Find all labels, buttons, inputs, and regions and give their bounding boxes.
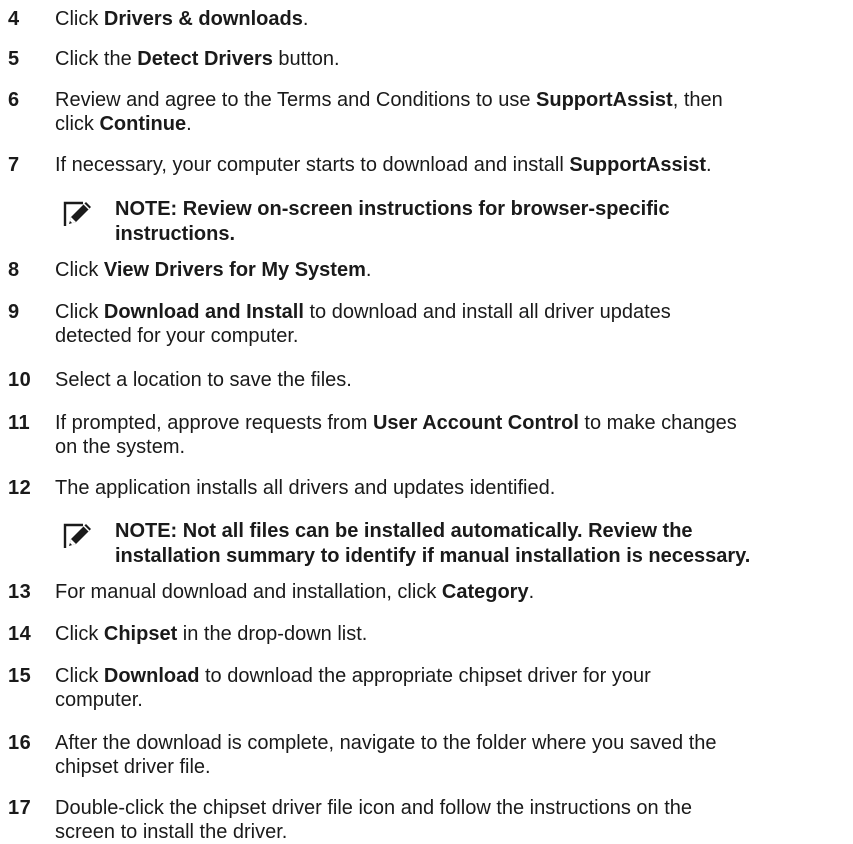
step-number: 9 [8, 301, 20, 323]
step-text: Select a location to save the files. [55, 369, 352, 391]
step-number: 5 [8, 48, 20, 70]
step-text: Click Drivers & downloads. [55, 8, 309, 30]
document-page: 4 Click Drivers & downloads. 5 Click the… [0, 0, 853, 844]
step-number: 15 [8, 665, 32, 687]
step-number: 13 [8, 581, 32, 603]
step-number: 17 [8, 797, 32, 819]
step-text: Click View Drivers for My System. [55, 259, 372, 281]
step-text: If necessary, your computer starts to do… [55, 154, 712, 176]
step-number: 14 [8, 623, 32, 645]
step-number: 4 [8, 8, 20, 30]
step-number: 12 [8, 477, 32, 499]
step-text: For manual download and installation, cl… [55, 581, 535, 603]
step-number: 6 [8, 89, 20, 111]
step-text: Review and agree to the Terms and Condit… [55, 89, 723, 135]
step-number: 7 [8, 154, 20, 176]
step-text: Double-click the chipset driver file ico… [55, 797, 692, 843]
step-text: Click the Detect Drivers button. [55, 48, 340, 70]
step-number: 11 [8, 412, 31, 434]
step-text: Click Chipset in the drop-down list. [55, 623, 368, 645]
note-text: NOTE: Review on-screen instructions for … [115, 198, 670, 245]
step-text: After the download is complete, navigate… [55, 732, 717, 778]
step-number: 10 [8, 369, 32, 391]
step-number: 8 [8, 259, 20, 281]
step-text: If prompted, approve requests from User … [55, 412, 737, 458]
pencil-note-icon [60, 519, 94, 553]
step-number: 16 [8, 732, 32, 754]
note-text: NOTE: Not all files can be installed aut… [115, 520, 751, 567]
pencil-note-icon [60, 197, 94, 231]
step-text: The application installs all drivers and… [55, 477, 556, 499]
step-text: Click Download to download the appropria… [55, 665, 651, 711]
step-text: Click Download and Install to download a… [55, 301, 671, 347]
